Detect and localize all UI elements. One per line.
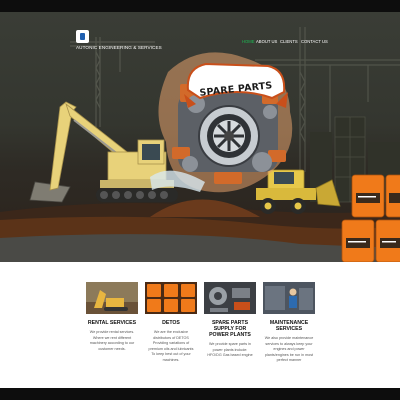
desc-line: We also provide maintenance [264,336,314,340]
navbar: AUTONIC ENGINEERING & SERVICES HOME ABOU… [0,12,400,50]
service-title-detos: DETOS [162,320,180,326]
top-strip [0,0,400,12]
service-desc-spare-parts: We provide spare parts in power plants i… [204,342,256,359]
hero-banner: SPARE PARTS [0,12,400,262]
service-title-rental: RENTAL SERVICES [87,320,137,326]
service-card-detos[interactable]: DETOS We are the exclusive distributors … [145,282,197,364]
hero-illustration [0,27,400,262]
service-card-spare-parts[interactable]: SPARE PARTS SUPPLY FOR POWER PLANTS We p… [204,282,256,359]
rental-image [86,282,138,314]
crane-left [70,37,155,127]
desc-line: customer needs. [98,346,126,351]
service-title-spare-parts: SPARE PARTS SUPPLY FOR POWER PLANTS [209,320,251,338]
brand-name[interactable]: AUTONIC ENGINEERING & SERVICES [76,45,162,50]
spare-parts-image [204,282,256,314]
nav-about-us[interactable]: ABOUT US [256,39,277,44]
logo-icon [80,33,85,40]
service-desc-detos: We are the exclusive distributors of DET… [145,330,197,364]
desc-line: We provide rental services. [89,330,135,334]
detos-image [145,282,197,314]
bottom-strip [0,388,400,400]
service-card-maintenance[interactable]: MAINTENANCE SERVICES We also provide mai… [263,282,315,364]
desc-line: machinery according to our [89,341,135,346]
dirt-mound [150,199,260,217]
maintenance-image [263,282,315,314]
nav-home[interactable]: HOME [242,39,255,44]
page: SPARE PARTS AUTONIC ENGINEERING & SERVIC… [0,0,400,400]
desc-line: machines. [162,357,180,362]
service-desc-maintenance: We also provide maintenance services to … [263,336,315,364]
nav-contact-us[interactable]: CONTACT US [301,39,328,44]
nav-clients[interactable]: CLIENTS [280,39,298,44]
service-card-rental[interactable]: RENTAL SERVICES We provide rental servic… [86,282,138,352]
logo[interactable] [76,30,89,43]
desc-line: We provide spare parts in [209,342,251,346]
desc-line: perfect manner [276,358,302,363]
service-desc-rental: We provide rental services. Where we ren… [86,330,138,352]
service-title-maintenance: MAINTENANCE SERVICES [269,320,309,332]
services-section: RENTAL SERVICES We provide rental servic… [0,262,400,388]
desc-line: HFO/DG Gas based engine [207,353,253,358]
